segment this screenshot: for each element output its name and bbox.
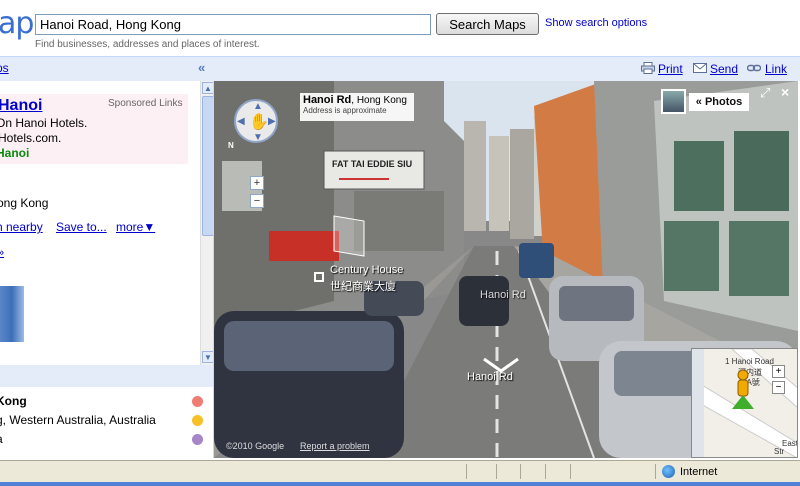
left-results-panel: Hanoi Sponsored Links On Hanoi Hotels. H… [0, 81, 214, 458]
place-address: ong Kong [0, 196, 49, 210]
browser-status-bar: Internet [0, 460, 800, 482]
search-maps-button[interactable]: Search Maps [436, 13, 539, 35]
pan-right-icon[interactable]: ▶ [268, 116, 276, 127]
compass-north-label: N [228, 141, 234, 150]
results-header [0, 365, 213, 387]
envelope-icon[interactable] [693, 62, 707, 74]
collapse-panel-button[interactable]: « [198, 60, 205, 75]
send-link[interactable]: Send [710, 62, 738, 76]
map-label: East [782, 439, 798, 448]
street-city: , Hong Kong [351, 95, 407, 106]
strip-left-link[interactable]: ps [0, 61, 9, 75]
pan-down-icon[interactable]: ▼ [253, 132, 263, 143]
zoom-in-button[interactable]: + [250, 176, 264, 190]
hand-icon[interactable]: ✋ [249, 112, 269, 132]
result-item[interactable]: g, Western Australia, Australia [0, 413, 156, 427]
shop-sign-text: FAT TAI EDDIE SIU [332, 159, 412, 169]
address-approx-note: Address is approximate [303, 106, 387, 115]
road-label[interactable]: Hanoi Rd [467, 371, 513, 383]
place-thumbnail[interactable] [0, 286, 24, 342]
security-zone-label: Internet [680, 466, 718, 478]
ad-url: Hanoi [0, 146, 30, 160]
copyright-notice: ©2010 Google [226, 441, 285, 451]
chain-link-icon[interactable] [747, 62, 761, 74]
poi-marker-icon[interactable] [314, 272, 324, 282]
pan-up-icon[interactable]: ▲ [253, 101, 263, 112]
sponsored-ad[interactable]: Hanoi Sponsored Links On Hanoi Hotels. H… [0, 94, 188, 164]
search-nearby-link[interactable]: h nearby [0, 220, 43, 234]
show-search-options-link[interactable]: Show search options [545, 17, 647, 29]
more-link[interactable]: more▼ [116, 220, 155, 234]
pan-left-icon[interactable]: ◀ [237, 116, 245, 127]
search-input[interactable] [35, 14, 431, 35]
close-icon[interactable]: × [781, 84, 789, 100]
photos-button[interactable]: « Photos [689, 93, 749, 111]
pegman-icon[interactable] [730, 369, 756, 411]
inset-map[interactable]: 1 Hanoi Road 河内道 1A號 East Str + − ⌜ [691, 348, 798, 458]
zoom-out-button[interactable]: − [250, 194, 264, 208]
result-marker-purple[interactable] [192, 434, 203, 445]
left-panel-scrollbar[interactable]: ▲ ▼ [200, 81, 213, 365]
map-label: 1 Hanoi Road [725, 357, 774, 366]
save-to-link[interactable]: Save to... [56, 220, 107, 234]
result-item[interactable]: a [0, 432, 3, 446]
photos-thumbnail[interactable] [661, 89, 686, 114]
street-view-title: Hanoi Rd, Hong Kong [303, 94, 411, 106]
street-name: Hanoi Rd [303, 94, 352, 106]
street-view-title-box: Hanoi Rd, Hong Kong Address is approxima… [300, 93, 414, 121]
ad-title-link[interactable]: Hanoi [0, 97, 42, 115]
road-label[interactable]: Hanoi Rd [480, 289, 526, 301]
scroll-down-icon[interactable]: ▼ [202, 351, 213, 363]
print-link[interactable]: Print [658, 62, 683, 76]
ad-text-line: Hotels.com. [0, 131, 62, 145]
map-zoom-in-button[interactable]: + [772, 365, 785, 378]
map-zoom-out-button[interactable]: − [772, 381, 785, 394]
result-marker-red[interactable] [192, 396, 203, 407]
map-resize-icon[interactable]: ⌜ [692, 349, 695, 358]
printer-icon[interactable] [641, 62, 655, 74]
ad-text-line: On Hanoi Hotels. [0, 116, 88, 130]
taskbar-edge [0, 482, 800, 486]
report-problem-link[interactable]: Report a problem [300, 441, 370, 451]
pan-navigation-control[interactable]: ▲ ▼ ◀ ▶ ✋ [234, 99, 278, 143]
top-search-bar: aps Search Maps Show search options Find… [0, 0, 800, 56]
sponsored-links-label: Sponsored Links [108, 98, 183, 109]
more-info-link[interactable]: » [0, 247, 4, 259]
scrollbar-thumb[interactable] [202, 96, 213, 236]
expand-icon[interactable]: ⤢ [760, 85, 770, 101]
map-label: Str [774, 447, 785, 456]
result-item[interactable]: Kong [0, 394, 27, 408]
internet-zone-icon [662, 465, 675, 478]
poi-label-chinese[interactable]: 世紀商業大廈 [330, 278, 396, 294]
search-hint: Find businesses, addresses and places of… [35, 39, 260, 50]
result-marker-yellow[interactable] [192, 415, 203, 426]
scroll-up-icon[interactable]: ▲ [202, 82, 213, 94]
link-link[interactable]: Link [765, 62, 787, 76]
poi-label[interactable]: Century House [330, 264, 403, 276]
